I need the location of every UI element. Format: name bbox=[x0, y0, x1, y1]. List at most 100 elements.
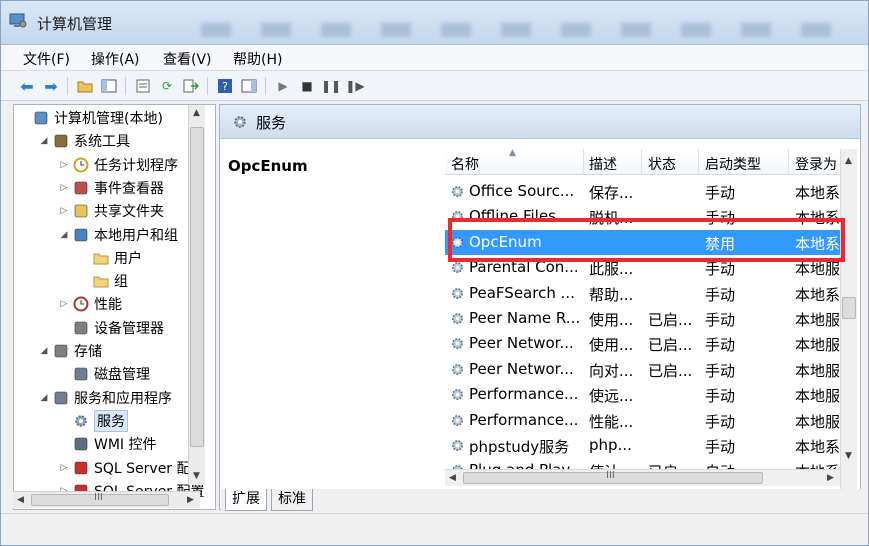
tree-expander-icon[interactable]: ◢ bbox=[38, 393, 50, 403]
services-apps-icon bbox=[53, 390, 69, 406]
tree-item[interactable]: ◢ 存储 bbox=[38, 340, 102, 362]
tree-expander-icon[interactable]: ▷ bbox=[58, 299, 70, 309]
toolbar-separator bbox=[125, 77, 126, 95]
computer-management-icon bbox=[9, 13, 27, 28]
column-status[interactable]: 状态 bbox=[648, 154, 676, 174]
tree-item[interactable]: ◢ 本地用户和组 bbox=[58, 224, 178, 246]
tree-item[interactable]: ◢ 系统工具 bbox=[38, 130, 130, 152]
window-title: 计算机管理 bbox=[37, 15, 113, 33]
scroll-up-arrow-icon[interactable]: ▲ bbox=[845, 156, 852, 166]
services-pane: 服务 OpcEnum 名称 ▲ 描述 状态 启动类型 登录为 Office So… bbox=[219, 104, 861, 510]
services-horizontal-scrollbar[interactable]: ◀ III ▶ bbox=[445, 469, 840, 486]
up-folder-icon[interactable] bbox=[75, 76, 95, 96]
tree-expander-icon[interactable]: ◢ bbox=[38, 136, 50, 146]
service-gear-icon bbox=[452, 236, 463, 248]
service-name: Performance... bbox=[469, 410, 579, 429]
tree-expander-icon[interactable]: ◢ bbox=[38, 346, 50, 356]
tree-item-label: 设备管理器 bbox=[94, 320, 164, 337]
service-name: OpcEnum bbox=[469, 232, 542, 251]
column-logon-as[interactable]: 登录为 bbox=[795, 154, 837, 174]
tree-horizontal-scrollbar[interactable]: ◀ III ▶ bbox=[13, 491, 200, 508]
scroll-down-arrow-icon[interactable]: ▼ bbox=[845, 451, 852, 461]
back-arrow-icon[interactable]: ⬅ bbox=[17, 76, 37, 96]
tree-item-label: WMI 控件 bbox=[94, 437, 157, 454]
tree-item[interactable]: WMI 控件 bbox=[58, 433, 157, 455]
column-name[interactable]: 名称 bbox=[451, 154, 479, 174]
refresh-icon[interactable]: ⟳ bbox=[157, 76, 177, 96]
service-row[interactable]: Performance... 性能... 手动 本地服 bbox=[445, 408, 856, 433]
show-hide-tree-icon[interactable] bbox=[99, 76, 119, 96]
tree-item[interactable]: 用户 bbox=[78, 247, 142, 269]
action-pane-icon[interactable] bbox=[239, 76, 259, 96]
scroll-right-arrow-icon[interactable]: ▶ bbox=[827, 473, 834, 483]
tree-item-label: 共享文件夹 bbox=[94, 204, 164, 221]
service-row[interactable]: Peer Networ... 向对... 已启... 手动 本地服 bbox=[445, 357, 856, 382]
tree-item[interactable]: 计算机管理(本地) bbox=[18, 107, 163, 129]
service-row[interactable]: OpcEnum 禁用 本地系 bbox=[445, 229, 856, 255]
tree-scroll-thumb[interactable] bbox=[190, 127, 204, 447]
tree-expander-icon[interactable]: ▷ bbox=[58, 206, 70, 216]
services-scroll-thumb[interactable] bbox=[842, 297, 856, 319]
tools-icon bbox=[53, 133, 69, 149]
title-bar[interactable]: 计算机管理 bbox=[1, 1, 868, 45]
service-row[interactable]: phpstudy服务 php... 手动 本地系 bbox=[445, 433, 856, 458]
stop-service-icon[interactable]: ■ bbox=[297, 76, 317, 96]
services-vertical-scrollbar[interactable]: ▲ ▼ bbox=[840, 149, 857, 489]
service-row[interactable]: Peer Networ... 使用... 已启... 手动 本地服 bbox=[445, 331, 856, 356]
service-row[interactable]: PeaFSearch ... 帮助... 手动 本地系 bbox=[445, 281, 856, 306]
navigation-tree[interactable]: 计算机管理(本地) ◢ 系统工具 ▷ 任务计划程序 ▷ 事件查看器 ▷ 共享文件夹 ◢ 本地用户和组… bbox=[13, 104, 216, 510]
service-row[interactable]: Office Sourc... 保存... 手动 本地系 bbox=[445, 179, 856, 204]
properties-icon[interactable] bbox=[133, 76, 153, 96]
service-row[interactable]: Performance... 使远... 手动 本地服 bbox=[445, 382, 856, 407]
view-tabs: 扩展 标准 bbox=[221, 489, 861, 511]
tree-expander-icon[interactable]: ◢ bbox=[58, 230, 70, 240]
restart-service-icon[interactable]: ❚▶ bbox=[345, 76, 365, 96]
tree-item[interactable]: 服务 bbox=[58, 409, 128, 432]
service-row[interactable]: Peer Name R... 使用... 已启... 手动 本地服 bbox=[445, 306, 856, 331]
service-startup: 禁用 bbox=[705, 234, 736, 253]
start-service-icon[interactable]: ▶ bbox=[273, 76, 293, 96]
tree-expander-icon[interactable]: ▷ bbox=[58, 160, 70, 170]
tree-item[interactable]: ▷ 事件查看器 bbox=[58, 177, 164, 199]
scroll-up-arrow-icon[interactable]: ▲ bbox=[193, 108, 200, 118]
service-row[interactable]: Parental Con... 此服... 手动 本地服 bbox=[445, 255, 856, 280]
services-list[interactable]: 名称 ▲ 描述 状态 启动类型 登录为 Office Sourc... 保存...… bbox=[445, 149, 856, 489]
tree-item[interactable]: ▷SQL Server 配置 bbox=[58, 457, 205, 479]
menu-help[interactable]: 帮助(H) bbox=[233, 49, 282, 69]
column-description[interactable]: 描述 bbox=[589, 154, 617, 174]
tree-item[interactable]: ◢ 服务和应用程序 bbox=[38, 387, 172, 409]
scroll-right-arrow-icon[interactable]: ▶ bbox=[187, 495, 194, 505]
scroll-left-arrow-icon[interactable]: ◀ bbox=[449, 473, 456, 483]
service-desc: 帮助... bbox=[589, 285, 634, 304]
scroll-left-arrow-icon[interactable]: ◀ bbox=[17, 495, 24, 505]
export-list-icon[interactable] bbox=[181, 76, 201, 96]
column-startup-type[interactable]: 启动类型 bbox=[705, 154, 761, 174]
column-divider[interactable] bbox=[641, 149, 642, 175]
service-row[interactable]: Offline Files 脱机... 手动 本地系 bbox=[445, 204, 856, 229]
column-divider[interactable] bbox=[788, 149, 789, 175]
tree-hscroll-thumb[interactable]: III bbox=[31, 492, 169, 506]
column-divider[interactable] bbox=[583, 149, 584, 175]
tree-item[interactable]: 组 bbox=[78, 270, 128, 292]
tree-item[interactable]: ▷ 共享文件夹 bbox=[58, 200, 164, 222]
forward-arrow-icon[interactable]: ➡ bbox=[41, 76, 61, 96]
tab-extended[interactable]: 扩展 bbox=[225, 489, 267, 511]
tree-expander-icon[interactable]: ▷ bbox=[58, 183, 70, 193]
services-hscroll-thumb[interactable]: III bbox=[463, 470, 763, 484]
tree-item[interactable]: ▷ 任务计划程序 bbox=[58, 154, 178, 176]
tree-expander-icon[interactable]: ▷ bbox=[58, 463, 70, 473]
tree-vertical-scrollbar[interactable]: ▲ ▼ bbox=[188, 105, 205, 485]
help-icon[interactable]: ? bbox=[215, 76, 235, 96]
scroll-down-arrow-icon[interactable]: ▼ bbox=[193, 471, 200, 481]
menu-view[interactable]: 查看(V) bbox=[163, 49, 212, 69]
tab-standard[interactable]: 标准 bbox=[271, 489, 313, 511]
tree-item[interactable]: ▷ 性能 bbox=[58, 293, 122, 315]
column-divider[interactable] bbox=[698, 149, 699, 175]
tree-item-label: 性能 bbox=[94, 297, 122, 314]
pause-service-icon[interactable]: ❚❚ bbox=[321, 76, 341, 96]
menu-file[interactable]: 文件(F) bbox=[23, 49, 70, 69]
tree-item[interactable]: 磁盘管理 bbox=[58, 363, 150, 385]
tree-item-label: 本地用户和组 bbox=[94, 227, 178, 244]
tree-item[interactable]: 设备管理器 bbox=[58, 317, 164, 339]
menu-action[interactable]: 操作(A) bbox=[91, 49, 140, 69]
